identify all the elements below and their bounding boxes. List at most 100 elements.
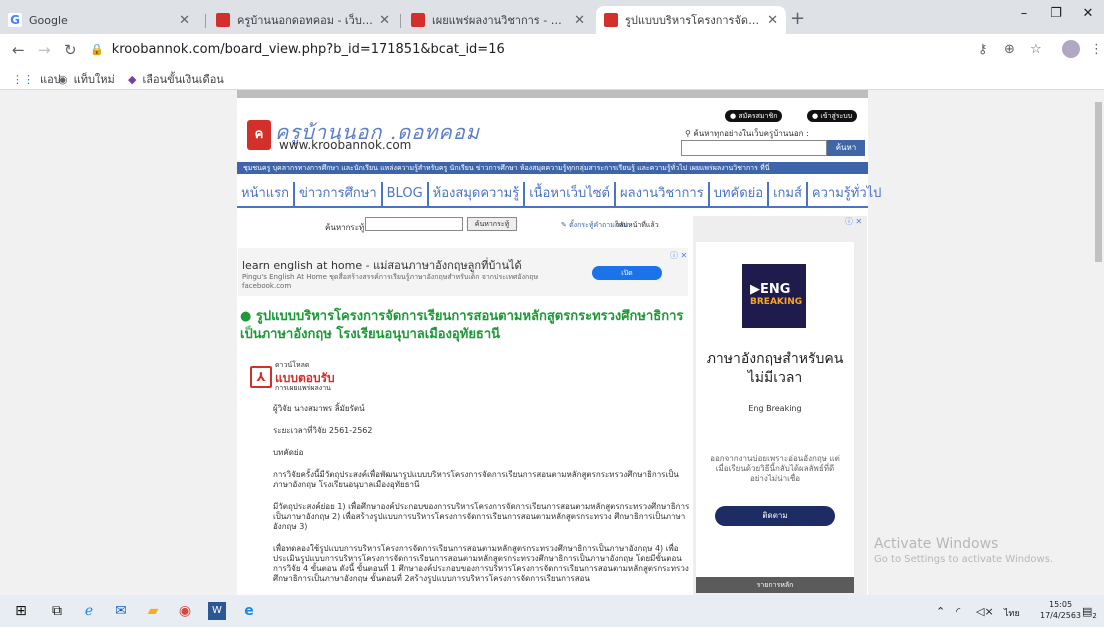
nav-item-general[interactable]: ความรู้ทั่วไป (808, 182, 886, 206)
ad-choices-icon[interactable]: ⓘ ✕ (670, 250, 687, 261)
board-search-input[interactable] (365, 217, 463, 231)
zoom-icon[interactable]: ⊕ (1004, 42, 1015, 57)
menu-kebab-icon[interactable]: ⋮ (1090, 42, 1103, 57)
watermark-line2: Go to Settings to activate Windows. (874, 554, 1054, 565)
tab-google[interactable]: G Google ✕ (0, 6, 198, 34)
close-tab-icon[interactable]: ✕ (379, 13, 390, 28)
nav-item-academic[interactable]: ผลงานวิชาการ (616, 182, 710, 206)
watermark-line1: Activate Windows (874, 536, 999, 552)
kroobannok-favicon-icon (216, 13, 230, 27)
volume-icon[interactable]: ◁× (976, 605, 994, 618)
nav-item-abstracts[interactable]: บทคัดย่อ (710, 182, 770, 206)
minimize-button[interactable]: – (1010, 6, 1038, 21)
tab-academic-works[interactable]: เผยแพร่ผลงานวิชาการ - ครูบ้านนอก ✕ (403, 6, 593, 34)
side-ad-brand: Eng Breaking (748, 404, 802, 413)
forward-arrow-icon[interactable]: → (38, 41, 51, 59)
reload-icon[interactable]: ↻ (64, 41, 77, 59)
bookmark-label: แท็บใหม่ (73, 73, 115, 86)
nav-item-content[interactable]: เนื้อหาเว็บไซต์ (525, 182, 616, 206)
post-body: ผู้วิจัย นางสมาพร ลิ้มัยรัตน์ ระยะเวลาที… (273, 404, 693, 595)
tab-title: Google (29, 13, 68, 27)
back-link[interactable]: กลับหน้าที่แล้ว (615, 220, 659, 231)
follow-button[interactable]: ติดตาม (715, 506, 835, 526)
tab-strip: G Google ✕ ครูบ้านนอกดอทคอม - เว็บไซต์เพ… (0, 0, 1104, 34)
nav-item-home[interactable]: หน้าแรก (237, 182, 295, 206)
board-search-button[interactable]: ค้นหากระทู้ (467, 217, 517, 231)
browser-toolbar: ← → ↻ 🔒 kroobannok.com/board_view.php?b_… (0, 34, 1104, 64)
side-ad[interactable]: ⓘ ✕ ▶ENG BREAKING ภาษาอังกฤษสำหรับคนไม่ม… (693, 216, 867, 595)
back-arrow-icon[interactable]: ← (12, 41, 25, 59)
nav-item-games[interactable]: เกมส์ (769, 182, 808, 206)
login-label: เข้าสู่ระบบ (820, 112, 853, 120)
mail-icon[interactable]: ✉ (112, 602, 130, 620)
ad-choices-icon[interactable]: ⓘ ✕ (845, 216, 862, 227)
edge-icon[interactable]: ℯ (80, 602, 98, 620)
ad-banner[interactable]: ⓘ ✕ learn english at home - แม่สอนภาษาอั… (238, 248, 688, 296)
ad-open-button[interactable]: เปิด (592, 266, 662, 280)
main-menu-header[interactable]: รายการหลัก (696, 577, 854, 593)
close-tab-icon[interactable]: ✕ (767, 13, 778, 28)
nav-item-news[interactable]: ข่าวการศึกษา (295, 182, 383, 206)
file-explorer-icon[interactable]: ▰ (144, 602, 162, 620)
notifications-icon[interactable]: ▤2 (1082, 605, 1097, 620)
task-view-icon[interactable]: ⧉ (48, 602, 66, 620)
ad-domain: facebook.com (242, 282, 292, 290)
bookmark-apps[interactable]: ⋮⋮ แอป (12, 70, 61, 88)
windows-start-icon[interactable]: ⊞ (12, 602, 30, 620)
apps-grid-icon: ⋮⋮ (12, 72, 34, 86)
post-paragraph: การวิจัยครั้งนี้มีวัตถุประสงค์เพื่อพัฒนา… (273, 470, 679, 489)
network-icon[interactable]: ◜ (956, 605, 960, 618)
site-logo-icon[interactable]: ค (247, 120, 271, 150)
page-viewport: ค ครูบ้านนอก .ดอทคอม www.kroobannok.com … (0, 90, 1104, 595)
nav-item-library[interactable]: ห้องสมุดความรู้ (429, 182, 526, 206)
pencil-icon: ✎ (561, 221, 567, 229)
taskbar-clock[interactable]: 15:05 17/4/2563 (1040, 599, 1081, 621)
tab-current-article[interactable]: รูปแบบบริหารโครงการจัดการเรียนการ ✕ (596, 6, 786, 34)
close-window-button[interactable]: ✕ (1074, 6, 1102, 21)
close-tab-icon[interactable]: ✕ (574, 13, 585, 28)
nav-item-blog[interactable]: BLOG (383, 182, 429, 206)
profile-avatar[interactable] (1062, 40, 1080, 58)
tray-chevron-icon[interactable]: ⌃ (936, 605, 945, 618)
register-button[interactable]: ● สมัครสมาชิก (725, 110, 783, 122)
star-icon[interactable]: ☆ (1030, 42, 1042, 57)
kroobannok-favicon-icon (604, 13, 618, 27)
user-icon: ● (730, 112, 737, 120)
language-indicator[interactable]: ไทย (1004, 606, 1020, 620)
clock-date: 17/4/2563 (1040, 611, 1082, 620)
site-search-button[interactable]: ค้นหา (827, 140, 865, 156)
login-button[interactable]: ● เข้าสู่ระบบ (807, 110, 858, 122)
main-nav: หน้าแรก ข่าวการศึกษา BLOG ห้องสมุดความรู… (237, 182, 881, 208)
post-paragraph: ระยะเวลาที่วิจัย 2561-2562 (273, 426, 373, 435)
tab-kroobannok-home[interactable]: ครูบ้านนอกดอทคอม - เว็บไซต์เพื่อครู ✕ (208, 6, 398, 34)
site-search-input[interactable] (681, 140, 827, 156)
internet-explorer-icon[interactable]: e (240, 602, 258, 620)
close-tab-icon[interactable]: ✕ (179, 13, 190, 28)
address-bar[interactable]: 🔒 kroobannok.com/board_view.php?b_id=171… (90, 37, 890, 61)
logo-line2: BREAKING (750, 297, 803, 307)
eng-breaking-logo-icon: ▶ENG BREAKING (742, 264, 806, 328)
tab-separator (400, 14, 401, 28)
side-ad-description: ออกจากงานบ่อยเพราะอ่อนอังกฤษ แต่เมื่อเรี… (710, 454, 840, 483)
pdf-icon[interactable]: ⅄ (250, 366, 272, 388)
new-tab-button[interactable]: + (790, 8, 805, 29)
kroobannok-favicon-icon (411, 13, 425, 27)
post-paragraph: ผู้วิจัย นางสมาพร ลิ้มัยรัตน์ (273, 404, 365, 413)
site-tagline: ชุมชนครู บุคลากรทางการศึกษา และนักเรียน … (237, 162, 868, 174)
scrollbar-thumb[interactable] (1095, 102, 1102, 262)
key-icon[interactable]: ⚷ (978, 42, 988, 57)
maximize-button[interactable]: ❐ (1042, 6, 1070, 21)
chrome-icon[interactable]: ◉ (176, 602, 194, 620)
google-favicon-icon: G (8, 13, 22, 27)
word-icon[interactable]: W (208, 602, 226, 620)
site-search-hint-text: ค้นหาทุกอย่างในเว็บครูบ้านนอก : (693, 129, 809, 138)
url-text[interactable]: kroobannok.com/board_view.php?b_id=17185… (112, 42, 505, 57)
post-paragraph: บทคัดย่อ (273, 448, 304, 457)
download-sub: การเผยแพร่ผลงาน (275, 384, 331, 392)
tab-title: ครูบ้านนอกดอทคอม - เว็บไซต์เพื่อครู (237, 14, 374, 27)
bookmark-salary[interactable]: ◆ เลือนขั้นเงินเดือน (128, 70, 224, 88)
post-paragraph: เพื่อทดลองใช้รูปแบบการบริหารโครงการจัดกา… (273, 544, 689, 583)
bookmark-new-tab[interactable]: ◉ แท็บใหม่ (58, 70, 115, 88)
windows-taskbar: ⊞ ⧉ ℯ ✉ ▰ ◉ W e ⌃ ◜ ◁× ไทย 15:05 17/4/25… (0, 595, 1104, 627)
side-ad-card[interactable]: ▶ENG BREAKING ภาษาอังกฤษสำหรับคนไม่มีเวล… (696, 242, 854, 580)
